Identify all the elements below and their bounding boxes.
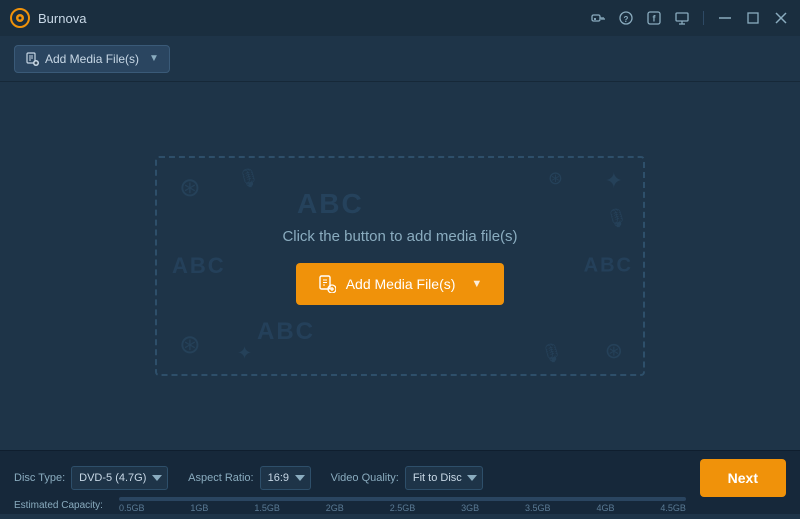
add-media-center-arrow: ▼ — [471, 278, 482, 290]
aspect-ratio-group: Aspect Ratio: 16:9 4:3 — [188, 466, 310, 490]
wm-text-abc-3: ABC — [172, 253, 226, 279]
add-media-center-label: Add Media File(s) — [346, 276, 456, 292]
wm-text-abc-2: ABC — [257, 318, 315, 346]
next-button[interactable]: Next — [700, 459, 786, 497]
tick-1: 1GB — [190, 503, 208, 513]
wm-film-icon-2: ⊛ — [548, 168, 563, 189]
aspect-ratio-select[interactable]: 16:9 4:3 — [260, 466, 311, 490]
wm-mic-icon-1: 🎙 — [237, 168, 260, 189]
svg-text:?: ? — [624, 15, 629, 24]
title-bar-controls: ? f — [589, 9, 790, 27]
tick-3: 2GB — [326, 503, 344, 513]
help-icon[interactable]: ? — [617, 9, 635, 27]
maximize-button[interactable] — [744, 9, 762, 27]
wm-text-abc-4: ABC — [584, 255, 633, 278]
capacity-bar-area: 0.5GB 1GB 1.5GB 2GB 2.5GB 3GB 3.5GB 4GB … — [119, 497, 686, 513]
add-media-center-button[interactable]: Add Media File(s) ▼ — [296, 263, 505, 305]
bottom-controls: Disc Type: DVD-5 (4.7G) DVD-9 (8.5G) BD-… — [14, 451, 786, 497]
app-title: Burnova — [38, 11, 86, 26]
drop-zone-text: Click the button to add media file(s) — [282, 228, 517, 245]
capacity-label: Estimated Capacity: — [14, 500, 119, 511]
tick-4: 2.5GB — [390, 503, 416, 513]
tick-5: 3GB — [461, 503, 479, 513]
svg-text:f: f — [653, 14, 657, 24]
close-button[interactable] — [772, 9, 790, 27]
tick-7: 4GB — [596, 503, 614, 513]
video-quality-select[interactable]: Fit to Disc High Medium Low — [405, 466, 483, 490]
video-quality-group: Video Quality: Fit to Disc High Medium L… — [331, 466, 483, 490]
wm-film-icon-1: ⊛ — [179, 172, 201, 203]
wm-text-abc-1: ABC — [297, 188, 364, 220]
disc-type-select[interactable]: DVD-5 (4.7G) DVD-9 (8.5G) BD-25 (25G) BD… — [71, 466, 168, 490]
capacity-bar — [119, 497, 686, 501]
capacity-ticks: 0.5GB 1GB 1.5GB 2GB 2.5GB 3GB 3.5GB 4GB … — [119, 503, 686, 513]
wm-film-icon-4: ⊛ — [605, 338, 623, 364]
drop-zone[interactable]: ⊛ 🎙 ABC ⊛ ✦ 🎙 ABC ABC ⊛ ✦ ABC 🎙 ⊛ Click … — [155, 156, 645, 376]
monitor-icon[interactable] — [673, 9, 691, 27]
wm-mic-icon-3: 🎙 — [540, 343, 563, 364]
disc-type-label: Disc Type: — [14, 472, 65, 484]
capacity-row: Estimated Capacity: 0.5GB 1GB 1.5GB 2GB … — [14, 497, 786, 519]
add-media-toolbar-arrow: ▼ — [149, 53, 159, 64]
wm-spark-icon-1: ✦ — [605, 168, 623, 194]
tick-0: 0.5GB — [119, 503, 145, 513]
wm-spark-icon-2: ✦ — [237, 343, 252, 364]
bottom-bar: Disc Type: DVD-5 (4.7G) DVD-9 (8.5G) BD-… — [0, 450, 800, 514]
minimize-button[interactable] — [716, 9, 734, 27]
tick-2: 1.5GB — [254, 503, 280, 513]
wm-film-icon-3: ⊛ — [179, 329, 201, 360]
add-media-toolbar-label: Add Media File(s) — [45, 52, 139, 66]
toolbar: Add Media File(s) ▼ — [0, 36, 800, 82]
wm-mic-icon-2: 🎙 — [605, 208, 628, 229]
video-quality-label: Video Quality: — [331, 472, 399, 484]
tick-8: 4.5GB — [660, 503, 686, 513]
title-sep — [703, 11, 704, 25]
disc-type-group: Disc Type: DVD-5 (4.7G) DVD-9 (8.5G) BD-… — [14, 466, 168, 490]
tick-6: 3.5GB — [525, 503, 551, 513]
key-icon[interactable] — [589, 9, 607, 27]
add-media-toolbar-button[interactable]: Add Media File(s) ▼ — [14, 45, 170, 73]
add-file-icon — [25, 52, 39, 66]
aspect-ratio-label: Aspect Ratio: — [188, 472, 253, 484]
app-logo-icon — [10, 8, 30, 28]
add-media-center-icon — [318, 275, 336, 293]
main-content: ⊛ 🎙 ABC ⊛ ✦ 🎙 ABC ABC ⊛ ✦ ABC 🎙 ⊛ Click … — [0, 82, 800, 450]
title-bar: Burnova ? f — [0, 0, 800, 36]
title-bar-left: Burnova — [10, 8, 86, 28]
facebook-icon[interactable]: f — [645, 9, 663, 27]
